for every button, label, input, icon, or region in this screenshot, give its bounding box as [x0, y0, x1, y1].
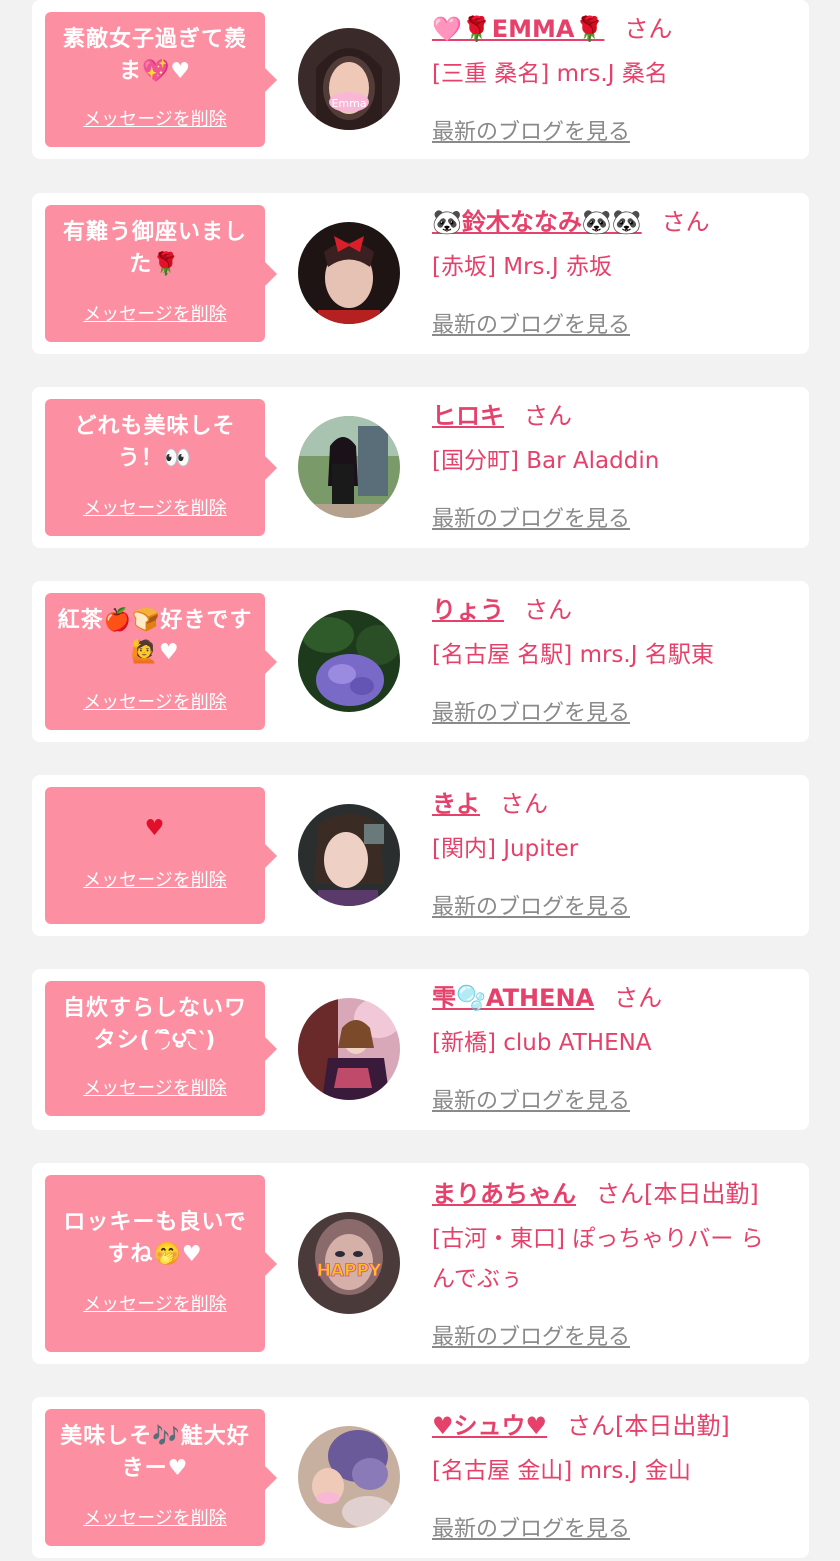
user-name-link[interactable]: きよ: [432, 790, 480, 818]
message-text: ♥: [144, 816, 166, 841]
user-name-link[interactable]: りょう: [432, 596, 504, 624]
latest-blog-link[interactable]: 最新のブログを見る: [432, 889, 630, 921]
message-text: 美味しそ🎶鮭大好 きー♥: [60, 1424, 250, 1481]
name-suffix: さん: [661, 208, 710, 236]
name-line: ヒロキ さん: [432, 399, 797, 433]
user-name-link[interactable]: ♥シュウ♥: [432, 1412, 547, 1440]
shop-label: [三重 桑名] mrs.J 桑名: [432, 61, 668, 87]
shop-label: [名古屋 金山] mrs.J 金山: [432, 1458, 691, 1484]
avatar[interactable]: [298, 416, 400, 518]
message-bubble: 美味しそ🎶鮭大好 きー♥ メッセージを削除: [45, 1409, 277, 1546]
message-card: ♥ メッセージを削除 きよ さん [関内] Jupiter 最新のブログを見る: [32, 775, 809, 936]
user-info: ヒロキ さん [国分町] Bar Aladdin 最新のブログを見る: [432, 399, 797, 532]
user-info: 雫🫧ATHENA さん [新橋] club ATHENA 最新のブログを見る: [432, 981, 797, 1114]
shop-label: [名古屋 名駅] mrs.J 名駅東: [432, 642, 714, 668]
avatar[interactable]: [298, 222, 400, 324]
avatar-photo-happy: HAPPY: [298, 1212, 400, 1314]
latest-blog-link[interactable]: 最新のブログを見る: [432, 501, 630, 533]
latest-blog-link[interactable]: 最新のブログを見る: [432, 1511, 630, 1543]
message-text: 紅茶🍎🍞好きです 🙋♥: [57, 608, 253, 665]
message-text: どれも美味しそ う！👀: [74, 414, 236, 471]
avatar-photo-standing: [298, 416, 400, 518]
user-name-link[interactable]: まりあちゃん: [432, 1180, 576, 1208]
avatar[interactable]: [298, 610, 400, 712]
avatar-caption: Emma: [331, 97, 366, 110]
delete-message-link[interactable]: メッセージを削除: [45, 1504, 265, 1530]
shop-label: [関内] Jupiter: [432, 836, 579, 862]
delete-message-link[interactable]: メッセージを削除: [45, 494, 265, 520]
avatar-photo-selfie: [298, 804, 400, 906]
delete-message-link[interactable]: メッセージを削除: [45, 688, 265, 714]
message-card: どれも美味しそ う！👀 メッセージを削除 ヒロキ さん [国分町] Bar Ala…: [32, 387, 809, 548]
user-info: ♥シュウ♥ さん[本日出勤] [名古屋 金山] mrs.J 金山 最新のブログを見…: [432, 1409, 797, 1542]
latest-blog-link[interactable]: 最新のブログを見る: [432, 1319, 630, 1351]
latest-blog-link[interactable]: 最新のブログを見る: [432, 695, 630, 727]
delete-message-link[interactable]: メッセージを削除: [45, 1074, 265, 1100]
latest-blog-link[interactable]: 最新のブログを見る: [432, 307, 630, 339]
name-line: りょう さん: [432, 593, 797, 627]
avatar-photo-kimono: [298, 998, 400, 1100]
message-card: 美味しそ🎶鮭大好 きー♥ メッセージを削除 ♥シュウ♥ さん[本日出勤] [名古屋…: [32, 1397, 809, 1558]
message-bubble: 有難う御座いまし た🌹 メッセージを削除: [45, 205, 277, 342]
user-info: きよ さん [関内] Jupiter 最新のブログを見る: [432, 787, 797, 920]
message-text: 素敵女子過ぎて羨 ま💖♥: [62, 27, 247, 84]
avatar[interactable]: HAPPY: [298, 1212, 400, 1314]
delete-message-link[interactable]: メッセージを削除: [45, 866, 265, 892]
message-card: 自炊すらしないワ タシ(΄◞ิ౪◟ิ‵) メッセージを削除 雫🫧ATHENA さん…: [32, 969, 809, 1130]
name-line: きよ さん: [432, 787, 797, 821]
user-name-link[interactable]: ヒロキ: [432, 402, 504, 430]
user-name-link[interactable]: 雫🫧ATHENA: [432, 984, 594, 1012]
name-suffix: さん: [624, 15, 673, 43]
latest-blog-link[interactable]: 最新のブログを見る: [432, 1083, 630, 1115]
shop-label: [新橋] club ATHENA: [432, 1030, 652, 1056]
message-text: 有難う御座いまし た🌹: [62, 220, 247, 277]
message-bubble: ♥ メッセージを削除: [45, 787, 277, 924]
avatar-photo-emma: Emma: [298, 28, 400, 130]
message-bubble: 自炊すらしないワ タシ(΄◞ิ౪◟ิ‵) メッセージを削除: [45, 981, 277, 1116]
avatar[interactable]: [298, 998, 400, 1100]
message-card: ロッキーも良いで すね🤭♥ メッセージを削除 HAPPY まりあちゃん さん[本日…: [32, 1163, 809, 1364]
message-text: 自炊すらしないワ タシ(΄◞ิ౪◟ิ‵): [62, 996, 247, 1053]
name-line: ♥シュウ♥ さん[本日出勤]: [432, 1409, 797, 1443]
message-card: 有難う御座いまし た🌹 メッセージを削除 🐼鈴木ななみ🐼🐼 さん [赤坂] Mrs…: [32, 193, 809, 354]
user-info: まりあちゃん さん[本日出勤] [古河・東口] ぽっちゃりバー ら んでぶぅ 最新…: [432, 1177, 797, 1350]
message-bubble: 紅茶🍎🍞好きです 🙋♥ メッセージを削除: [45, 593, 277, 730]
avatar-photo-red-bow: [298, 222, 400, 324]
shop-label: [古河・東口] ぽっちゃりバー ら んでぶぅ: [432, 1226, 764, 1292]
message-card: 紅茶🍎🍞好きです 🙋♥ メッセージを削除 りょう さん [名古屋 名駅] mrs.…: [32, 581, 809, 742]
delete-message-link[interactable]: メッセージを削除: [45, 105, 265, 131]
avatar-photo-flowers: [298, 1426, 400, 1528]
user-info: りょう さん [名古屋 名駅] mrs.J 名駅東 最新のブログを見る: [432, 593, 797, 726]
message-bubble: ロッキーも良いで すね🤭♥ メッセージを削除: [45, 1175, 277, 1352]
message-card: 素敵女子過ぎて羨 ま💖♥ メッセージを削除 Emma 🩷🌹EMMA🌹 さん [三重…: [32, 0, 809, 159]
name-suffix: さん: [500, 790, 548, 818]
name-line: 🐼鈴木ななみ🐼🐼 さん: [432, 205, 797, 239]
name-line: まりあちゃん さん[本日出勤]: [432, 1177, 797, 1211]
name-suffix: さん: [614, 984, 663, 1012]
user-info: 🐼鈴木ななみ🐼🐼 さん [赤坂] Mrs.J 赤坂 最新のブログを見る: [432, 205, 797, 338]
name-suffix: さん[本日出勤]: [567, 1412, 730, 1440]
message-bubble: 素敵女子過ぎて羨 ま💖♥ メッセージを削除: [45, 12, 277, 147]
avatar-caption: HAPPY: [317, 1261, 382, 1281]
avatar[interactable]: [298, 1426, 400, 1528]
user-name-link[interactable]: 🩷🌹EMMA🌹: [432, 15, 604, 43]
name-line: 雫🫧ATHENA さん: [432, 981, 797, 1015]
name-suffix: さん[本日出勤]: [596, 1180, 759, 1208]
name-suffix: さん: [524, 596, 572, 624]
message-bubble: どれも美味しそ う！👀 メッセージを削除: [45, 399, 277, 536]
shop-label: [国分町] Bar Aladdin: [432, 448, 660, 474]
user-info: 🩷🌹EMMA🌹 さん [三重 桑名] mrs.J 桑名 最新のブログを見る: [432, 12, 797, 145]
avatar[interactable]: [298, 804, 400, 906]
latest-blog-link[interactable]: 最新のブログを見る: [432, 114, 630, 146]
avatar[interactable]: Emma: [298, 28, 400, 130]
shop-label: [赤坂] Mrs.J 赤坂: [432, 254, 612, 280]
avatar-photo-hydrangea: [298, 610, 400, 712]
message-text: ロッキーも良いで すね🤭♥: [63, 1210, 247, 1267]
name-suffix: さん: [524, 402, 572, 430]
delete-message-link[interactable]: メッセージを削除: [45, 1290, 265, 1316]
user-name-link[interactable]: 🐼鈴木ななみ🐼🐼: [432, 208, 642, 236]
name-line: 🩷🌹EMMA🌹 さん: [432, 12, 797, 46]
delete-message-link[interactable]: メッセージを削除: [45, 300, 265, 326]
